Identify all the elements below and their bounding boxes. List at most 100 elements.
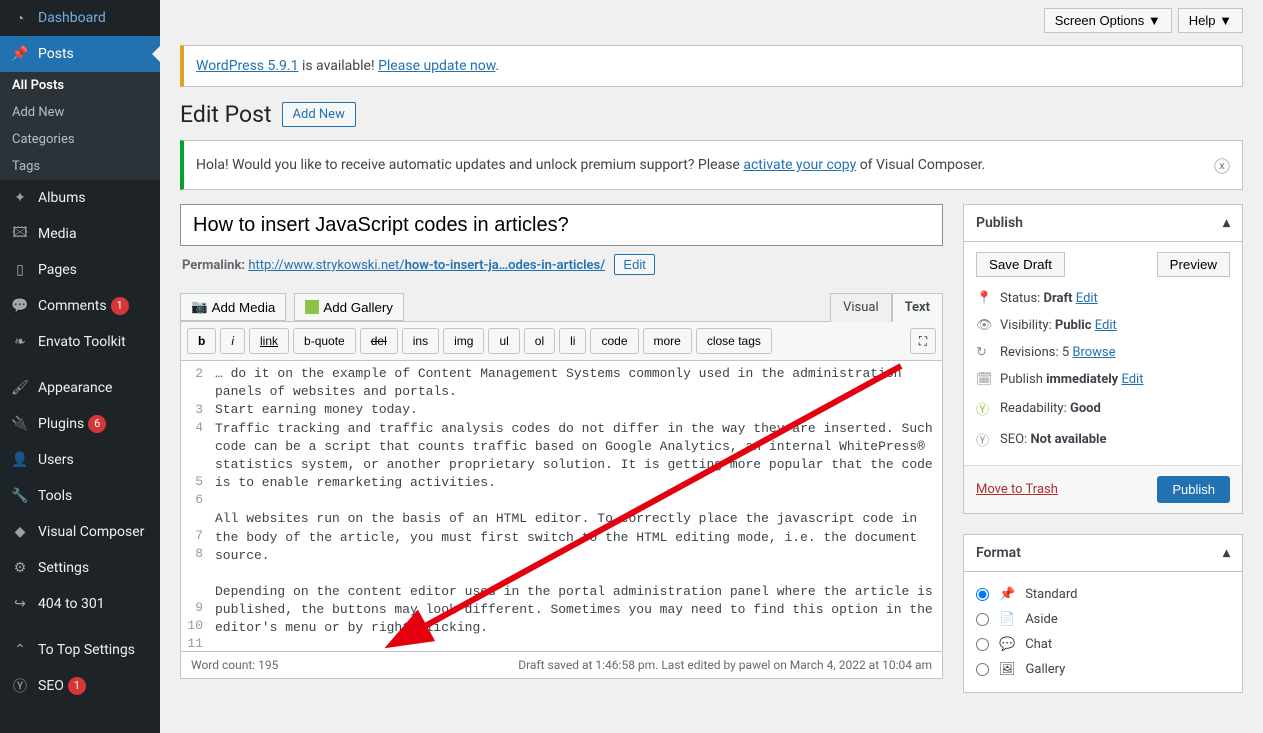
tb-more[interactable]: more [643,328,692,354]
caret-up-icon: ▴ [1223,215,1230,231]
sidebar-item-dashboard[interactable]: ◔Dashboard [0,0,160,36]
text-toolbar: b i link b-quote del ins img ul ol li co… [181,322,942,361]
tb-bquote[interactable]: b-quote [293,328,356,354]
tb-close-tags[interactable]: close tags [696,328,772,354]
tb-ul[interactable]: ul [488,328,519,354]
dismiss-icon[interactable]: ⓧ [1214,153,1230,177]
post-title-input[interactable] [180,204,943,246]
sidebar-item-albums[interactable]: ✦Albums [0,180,160,216]
visibility-value: Public [1055,318,1092,333]
edit-status-link[interactable]: Edit [1076,291,1098,306]
comment-icon: 💬 [10,296,30,316]
save-draft-button[interactable]: Save Draft [976,252,1065,277]
edit-permalink-button[interactable]: Edit [614,254,654,275]
readability-value: Good [1070,401,1101,416]
status-value: Draft [1044,291,1073,306]
seo-icon: Ⓨ [10,676,30,696]
editor-box: b i link b-quote del ins img ul ol li co… [180,321,943,679]
update-now-link[interactable]: Please update now [378,58,495,74]
sidebar-sub-add-new[interactable]: Add New [0,99,160,126]
tb-bold[interactable]: b [187,328,216,354]
sidebar-submenu-posts: All Posts Add New Categories Tags [0,72,160,180]
sidebar-sub-categories[interactable]: Categories [0,126,160,153]
tb-code[interactable]: code [590,328,638,354]
sidebar-item-404[interactable]: ↪404 to 301 [0,586,160,622]
update-notice: WordPress 5.9.1 is available! Please upd… [180,45,1243,87]
publish-panel-toggle[interactable]: Publish▴ [964,205,1242,242]
format-panel-toggle[interactable]: Format▴ [964,535,1242,572]
add-new-button[interactable]: Add New [282,102,356,127]
sidebar-item-posts[interactable]: 📌Posts [0,36,160,72]
format-label: Aside [1025,612,1058,627]
gallery-icon: 🖼 [999,662,1016,677]
tb-img[interactable]: img [443,328,484,354]
edit-schedule-link[interactable]: Edit [1121,372,1143,387]
sidebar-item-pages[interactable]: ▯Pages [0,252,160,288]
format-chat-radio[interactable] [976,638,989,651]
admin-sidebar: ◔Dashboard 📌Posts All Posts Add New Cate… [0,0,160,733]
schedule-value: immediately [1046,372,1118,387]
readability-icon: Ⓨ [976,399,992,418]
preview-button[interactable]: Preview [1157,252,1230,277]
sidebar-item-users[interactable]: 👤Users [0,442,160,478]
dashboard-icon: ◔ [10,8,30,28]
tb-li[interactable]: li [559,328,586,354]
chat-icon: 💬 [999,637,1015,652]
permalink-label: Permalink: [182,258,248,273]
sidebar-item-vc[interactable]: ◆Visual Composer [0,514,160,550]
format-label: Chat [1025,637,1052,652]
tb-fullscreen[interactable]: ⛶ [910,328,936,354]
tb-ol[interactable]: ol [524,328,555,354]
sidebar-item-tools[interactable]: 🔧Tools [0,478,160,514]
label: Publish [1000,372,1046,387]
sidebar-sub-tags[interactable]: Tags [0,153,160,180]
sidebar-sub-all-posts[interactable]: All Posts [0,72,160,99]
sidebar-item-appearance[interactable]: 🖌Appearance [0,370,160,406]
tab-text[interactable]: Text [892,293,943,322]
notice-text: is available! [298,58,378,74]
seo-badge: 1 [68,677,86,695]
browse-revisions-link[interactable]: Browse [1072,345,1115,360]
edit-visibility-link[interactable]: Edit [1095,318,1117,333]
tb-italic[interactable]: i [220,328,245,354]
add-gallery-button[interactable]: Add Gallery [294,293,404,321]
sidebar-label: Media [38,226,77,242]
help-button[interactable]: Help ▼ [1178,8,1243,33]
wp-version-link[interactable]: WordPress 5.9.1 [196,58,298,74]
permalink-link[interactable]: http://www.strykowski.net/how-to-insert-… [248,258,605,273]
sidebar-label: Tools [38,488,72,504]
brush-icon: 🖌 [10,378,30,398]
panel-title: Format [976,545,1021,561]
fullscreen-icon: ⛶ [919,334,927,349]
tab-visual[interactable]: Visual [830,293,892,322]
sidebar-item-comments[interactable]: 💬Comments1 [0,288,160,324]
tb-ins[interactable]: ins [402,328,439,354]
publish-panel: Publish▴ Save Draft Preview 📍Status: Dra… [963,204,1243,514]
code-editor[interactable]: 2 34 56 78 91011 … do it on the example … [181,361,942,651]
sidebar-item-envato[interactable]: ❧Envato Toolkit [0,324,160,360]
sidebar-label: Plugins [38,416,84,432]
add-media-button[interactable]: 📷Add Media [180,293,286,321]
sidebar-item-totop[interactable]: ⌃To Top Settings [0,632,160,668]
tb-link[interactable]: link [249,328,289,354]
move-to-trash-link[interactable]: Move to Trash [976,482,1058,497]
code-text[interactable]: … do it on the example of Content Manage… [209,361,942,651]
screen-options-button[interactable]: Screen Options ▼ [1044,8,1172,33]
notice-text: Hola! Would you like to receive automati… [196,157,743,173]
format-standard-radio[interactable] [976,588,989,601]
format-aside-radio[interactable] [976,613,989,626]
sidebar-item-plugins[interactable]: 🔌Plugins6 [0,406,160,442]
seo-icon: Ⓨ [976,430,992,449]
plugins-badge: 6 [88,415,106,433]
activate-copy-link[interactable]: activate your copy [743,157,856,173]
sidebar-item-settings[interactable]: ⚙Settings [0,550,160,586]
vc-notice: Hola! Would you like to receive automati… [180,140,1243,190]
sidebar-label: Users [38,452,74,468]
main-content: Screen Options ▼ Help ▼ WordPress 5.9.1 … [160,0,1263,733]
tb-del[interactable]: del [360,328,398,354]
publish-button[interactable]: Publish [1157,476,1230,503]
sidebar-label: Posts [38,46,74,62]
sidebar-item-media[interactable]: 🖾Media [0,216,160,252]
format-gallery-radio[interactable] [976,663,989,676]
sidebar-item-seo[interactable]: ⓎSEO1 [0,668,160,704]
